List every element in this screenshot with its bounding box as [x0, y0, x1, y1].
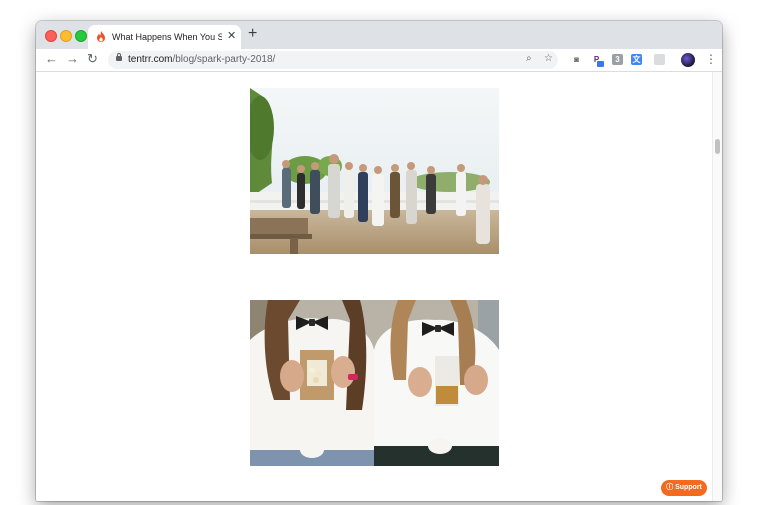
forward-icon[interactable]: → [66, 52, 79, 66]
tab-strip: What Happens When You Send ✕ + [36, 21, 722, 49]
browser-window: What Happens When You Send ✕ + ← → ↻ ten… [36, 21, 722, 501]
url-domain: tentrr.com [128, 54, 173, 65]
url-text[interactable]: tentrr.com/blog/spark-party-2018/ [128, 54, 275, 66]
bookmark-star-icon[interactable]: ☆ [544, 53, 553, 65]
party-group-image [250, 88, 499, 254]
scrollbar-thumb[interactable] [715, 139, 720, 154]
window-close-button[interactable] [45, 30, 57, 42]
tentrr-flame-icon [97, 31, 105, 42]
tab-close-icon[interactable]: ✕ [227, 30, 236, 42]
support-label: Support [675, 484, 702, 491]
back-icon[interactable]: ← [45, 52, 58, 66]
zoom-icon[interactable]: ⌕ [526, 53, 532, 65]
page-viewport: ⓘ Support [36, 72, 722, 501]
page-scrollbar[interactable] [712, 72, 722, 501]
support-button[interactable]: ⓘ Support [661, 480, 707, 496]
lock-icon[interactable] [116, 53, 122, 61]
tab-title: What Happens When You Send [112, 32, 222, 42]
p-extension-badge [597, 61, 604, 67]
url-path: /blog/spark-party-2018/ [172, 54, 276, 65]
party-group-photo [250, 88, 499, 254]
bookmark-icon[interactable] [654, 54, 665, 65]
window-minimize-button[interactable] [60, 30, 72, 42]
camera-icon[interactable]: ◙ [571, 54, 582, 65]
menu-icon[interactable]: ⋮ [705, 52, 717, 66]
address-bar[interactable]: tentrr.com/blog/spark-party-2018/ ⌕ ☆ [108, 51, 558, 69]
grey-extension-icon[interactable]: 3 [612, 54, 623, 65]
reload-icon[interactable]: ↻ [87, 52, 98, 66]
new-tab-icon[interactable]: + [248, 26, 257, 42]
browser-toolbar: ← → ↻ tentrr.com/blog/spark-party-2018/ … [36, 49, 722, 72]
bowtie-favors-image [250, 300, 499, 466]
tab-active[interactable]: What Happens When You Send ✕ [88, 25, 241, 49]
bowtie-favors-photo [250, 300, 499, 466]
help-circle-icon: ⓘ [666, 484, 674, 491]
translate-icon[interactable]: 文 [631, 54, 642, 65]
profile-avatar[interactable] [681, 53, 695, 67]
window-maximize-button[interactable] [75, 30, 87, 42]
